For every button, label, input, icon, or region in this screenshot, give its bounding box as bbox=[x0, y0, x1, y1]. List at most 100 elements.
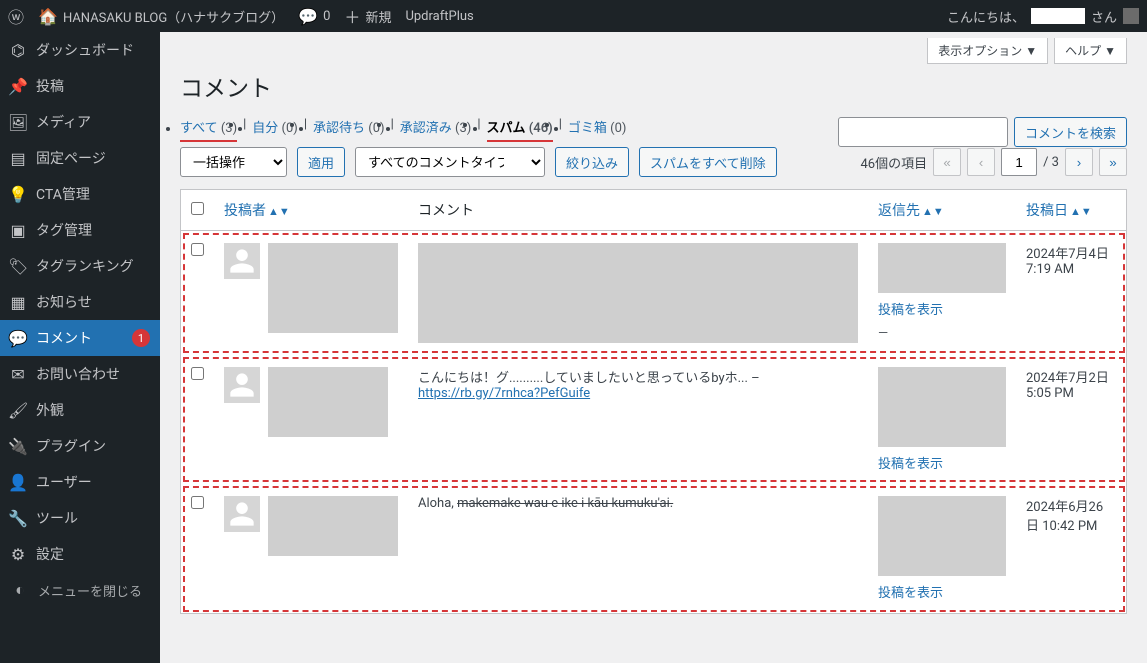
menu-comments[interactable]: 💬コメント1 bbox=[0, 320, 160, 356]
media-icon: 🖼 bbox=[8, 113, 28, 132]
select-all-checkbox[interactable] bbox=[191, 202, 204, 215]
menu-dashboard[interactable]: ⌬ダッシュボード bbox=[0, 32, 160, 68]
menu-tools[interactable]: 🔧ツール bbox=[0, 500, 160, 536]
dashboard-icon: ⌬ bbox=[8, 41, 28, 60]
tag-icon: ▣ bbox=[8, 221, 28, 240]
next-page-button[interactable]: › bbox=[1065, 148, 1093, 176]
username-redacted bbox=[1031, 8, 1085, 24]
search-button[interactable]: コメントを検索 bbox=[1014, 117, 1127, 147]
comment-link[interactable]: https://rb.gy/7rnhca?PefGuife bbox=[418, 386, 590, 401]
adminbar-new-label: 新規 bbox=[365, 7, 391, 26]
total-pages: / 3 bbox=[1043, 155, 1059, 170]
search-input[interactable] bbox=[838, 117, 1008, 147]
menu-media[interactable]: 🖼メディア bbox=[0, 104, 160, 140]
bulb-icon: 💡 bbox=[8, 185, 28, 204]
menu-tagrank[interactable]: 🏷タグランキング bbox=[0, 248, 160, 284]
comments-badge: 1 bbox=[132, 329, 150, 347]
adminbar-new[interactable]: ＋ 新規 bbox=[344, 4, 391, 28]
page-icon: ▤ bbox=[8, 149, 28, 168]
comment-redacted bbox=[418, 243, 858, 343]
sort-icon: ▲▼ bbox=[268, 205, 290, 218]
col-date[interactable]: 投稿日▲▼ bbox=[1016, 190, 1127, 231]
menu-contact[interactable]: ✉お問い合わせ bbox=[0, 356, 160, 392]
comment-row: 投稿を表示 — 2024年7月4日 7:19 AM bbox=[181, 231, 1127, 356]
comment-type-select[interactable]: すべてのコメントタイプ bbox=[355, 147, 545, 177]
avatar-icon[interactable] bbox=[1123, 8, 1139, 24]
admin-toolbar: ⓦ 🏠 HANASAKU BLOG（ハナサクブログ） 💬 0 ＋ 新規 Updr… bbox=[0, 0, 1147, 32]
bulk-action-select[interactable]: 一括操作 bbox=[180, 147, 287, 177]
site-home-link[interactable]: 🏠 HANASAKU BLOG（ハナサクブログ） bbox=[38, 7, 284, 26]
greeting-suffix: さん bbox=[1091, 7, 1117, 26]
menu-settings[interactable]: ⚙設定 bbox=[0, 536, 160, 572]
comment-date: 2024年7月4日 7:19 AM bbox=[1016, 231, 1127, 356]
menu-appearance[interactable]: 🖌外観 bbox=[0, 392, 160, 428]
rank-icon: 🏷 bbox=[8, 257, 28, 276]
pin-icon: 📌 bbox=[8, 77, 28, 96]
admin-sidebar: ⌬ダッシュボード 📌投稿 🖼メディア ▤固定ページ 💡CTA管理 ▣タグ管理 🏷… bbox=[0, 32, 160, 663]
menu-cta[interactable]: 💡CTA管理 bbox=[0, 176, 160, 212]
comment-row: こんにちは！グ..........していましたいと思っているbyホ... – h… bbox=[181, 355, 1127, 484]
collapse-menu[interactable]: ◐メニューを閉じる bbox=[0, 572, 160, 608]
last-page-button[interactable]: » bbox=[1099, 148, 1127, 176]
comment-text: こんにちは！グ..........していましたいと思っているbyホ... – bbox=[418, 367, 858, 386]
content-area: 表示オプション ▼ ヘルプ ▼ コメント すべて (3) | 自分 (0) | … bbox=[160, 32, 1147, 663]
comment-row: Aloha, makemake wau e ike i kāu kumuku'a… bbox=[181, 484, 1127, 614]
help-tab[interactable]: ヘルプ ▼ bbox=[1054, 38, 1127, 64]
view-post-link[interactable]: 投稿を表示 bbox=[878, 299, 1006, 318]
comment-icon: 💬 bbox=[298, 7, 318, 26]
sort-icon: ▲▼ bbox=[922, 205, 944, 218]
brush-icon: 🖌 bbox=[8, 401, 28, 420]
col-reply-to[interactable]: 返信先▲▼ bbox=[868, 190, 1016, 231]
col-author[interactable]: 投稿者▲▼ bbox=[214, 190, 408, 231]
comments-table: 投稿者▲▼ コメント 返信先▲▼ 投稿日▲▼ bbox=[180, 189, 1127, 614]
wp-logo[interactable]: ⓦ bbox=[8, 4, 24, 28]
sort-icon: ▲▼ bbox=[1070, 205, 1092, 218]
user-icon: 👤 bbox=[8, 473, 28, 492]
dash: — bbox=[878, 326, 1006, 341]
collapse-icon: ◐ bbox=[10, 580, 30, 600]
avatar bbox=[224, 496, 260, 532]
author-redacted bbox=[268, 243, 398, 333]
first-page-button[interactable]: « bbox=[933, 148, 961, 176]
menu-pages[interactable]: ▤固定ページ bbox=[0, 140, 160, 176]
comment-date: 2024年7月2日 5:05 PM bbox=[1016, 355, 1127, 484]
adminbar-comments[interactable]: 💬 0 bbox=[298, 7, 330, 26]
prev-page-button[interactable]: ‹ bbox=[967, 148, 995, 176]
empty-spam-button[interactable]: スパムをすべて削除 bbox=[639, 147, 777, 177]
apply-button[interactable]: 適用 bbox=[297, 147, 345, 177]
row-checkbox[interactable] bbox=[191, 243, 204, 256]
page-number-input[interactable] bbox=[1001, 148, 1037, 176]
plus-icon: ＋ bbox=[344, 4, 360, 28]
view-post-link[interactable]: 投稿を表示 bbox=[878, 453, 1006, 472]
home-icon: 🏠 bbox=[38, 7, 58, 26]
plugin-icon: 🔌 bbox=[8, 437, 28, 456]
screen-options-tab[interactable]: 表示オプション ▼ bbox=[927, 38, 1048, 64]
row-checkbox[interactable] bbox=[191, 496, 204, 509]
comment-strike: makemake wau e ike i kāu kumuku'ai. bbox=[457, 496, 673, 511]
notice-icon: ▦ bbox=[8, 293, 28, 312]
filter-pending[interactable]: 承認待ち (0) bbox=[313, 121, 385, 136]
view-post-link[interactable]: 投稿を表示 bbox=[878, 582, 1006, 601]
col-comment: コメント bbox=[408, 190, 868, 231]
mail-icon: ✉ bbox=[8, 365, 28, 384]
menu-plugins[interactable]: 🔌プラグイン bbox=[0, 428, 160, 464]
filter-button[interactable]: 絞り込み bbox=[555, 147, 629, 177]
avatar bbox=[224, 367, 260, 403]
comment-text: Aloha, bbox=[418, 496, 454, 511]
menu-users[interactable]: 👤ユーザー bbox=[0, 464, 160, 500]
author-redacted bbox=[268, 367, 388, 437]
page-title: コメント bbox=[180, 69, 1127, 103]
filter-approved[interactable]: 承認済み (3) bbox=[400, 121, 472, 136]
menu-notice[interactable]: ▦お知らせ bbox=[0, 284, 160, 320]
items-count: 46個の項目 bbox=[860, 153, 927, 172]
menu-tags[interactable]: ▣タグ管理 bbox=[0, 212, 160, 248]
adminbar-updraft[interactable]: UpdraftPlus bbox=[405, 9, 473, 24]
greeting-text: こんにちは、 bbox=[947, 7, 1025, 26]
reply-thumb-redacted bbox=[878, 367, 1006, 447]
avatar bbox=[224, 243, 260, 279]
adminbar-comments-count: 0 bbox=[323, 9, 330, 24]
row-checkbox[interactable] bbox=[191, 367, 204, 380]
filter-trash[interactable]: ゴミ箱 (0) bbox=[568, 121, 627, 136]
reply-thumb-redacted bbox=[878, 496, 1006, 576]
menu-posts[interactable]: 📌投稿 bbox=[0, 68, 160, 104]
